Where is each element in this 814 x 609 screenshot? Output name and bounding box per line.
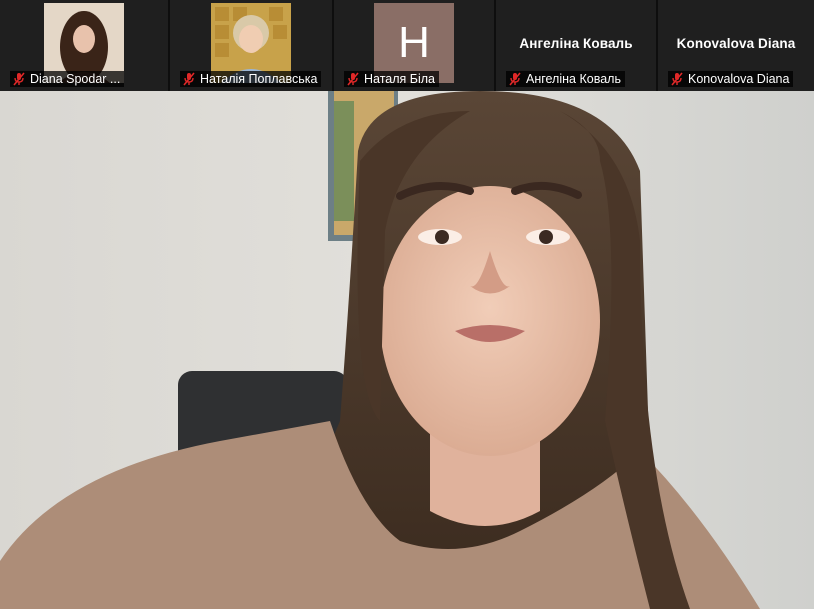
participant-strip: Diana Spodar ... Наталія Поплавська Н На…	[0, 0, 814, 91]
muted-mic-icon	[13, 72, 25, 86]
participant-display-name: Konovalova Diana	[676, 36, 796, 51]
participant-display-name: Ангеліна Коваль	[519, 36, 633, 51]
muted-mic-icon	[347, 72, 359, 86]
participant-tile-3[interactable]: Н Наталя Біла	[334, 0, 496, 91]
participant-name-label: Наталія Поплавська	[180, 71, 322, 87]
muted-mic-icon	[509, 72, 521, 86]
participant-tile-5[interactable]: Konovalova Diana Konovalova Diana	[658, 0, 814, 91]
participant-name-label: Наталя Біла	[344, 71, 440, 87]
muted-mic-icon	[183, 72, 195, 86]
participant-tile-2[interactable]: Наталія Поплавська	[170, 0, 334, 91]
speaker-video-frame	[0, 91, 814, 609]
participant-name-label: Diana Spodar ...	[10, 71, 125, 87]
participant-tile-4[interactable]: Ангеліна Коваль Ангеліна Коваль	[496, 0, 658, 91]
active-speaker-video	[0, 91, 814, 609]
participant-name-label: Ангеліна Коваль	[506, 71, 625, 87]
participant-tile-1[interactable]: Diana Spodar ...	[0, 0, 170, 91]
participant-name-label: Konovalova Diana	[668, 71, 794, 87]
muted-mic-icon	[671, 72, 683, 86]
